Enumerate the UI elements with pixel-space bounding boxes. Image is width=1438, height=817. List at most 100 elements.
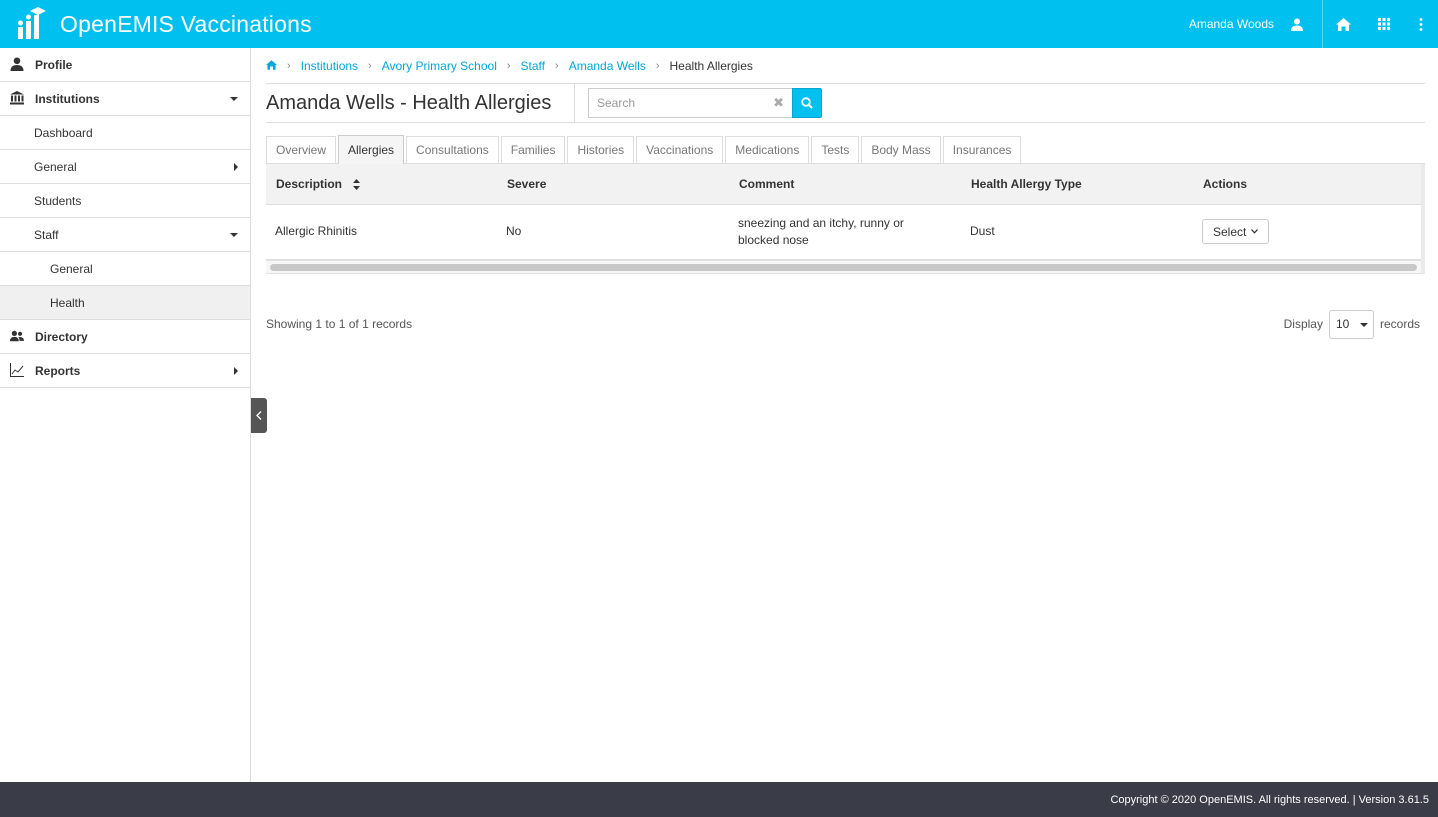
- select-button-label: Select: [1213, 224, 1247, 239]
- sidebar: Profile Institutions Dashboard General S…: [0, 48, 251, 782]
- tab-families[interactable]: Families: [500, 136, 566, 163]
- sidebar-item-label: General: [34, 159, 77, 174]
- sidebar-item-dashboard[interactable]: Dashboard: [0, 116, 250, 150]
- comment-text: sneezing and an itchy, runny or blocked …: [738, 215, 904, 247]
- top-bar: OpenEMIS Vaccinations Amanda Woods: [0, 0, 1438, 48]
- search-button[interactable]: [792, 88, 822, 118]
- sidebar-item-label: Profile: [35, 57, 73, 72]
- scrollbar-thumb[interactable]: [270, 263, 1417, 271]
- tab-overview[interactable]: Overview: [266, 136, 337, 163]
- column-header-actions: Actions: [1193, 164, 1421, 205]
- breadcrumb: › Institutions › Avory Primary School › …: [266, 48, 1425, 84]
- column-header-description[interactable]: Description: [266, 164, 497, 205]
- display-control: Display 10 records: [1283, 309, 1420, 339]
- breadcrumb-institutions[interactable]: Institutions: [301, 59, 358, 73]
- sidebar-item-staff-general[interactable]: General: [0, 252, 250, 286]
- table-row: Allergic Rhinitis No sneezing and an itc…: [266, 204, 1421, 260]
- sidebar-item-general[interactable]: General: [0, 150, 250, 184]
- sidebar-item-label: Health: [50, 295, 85, 310]
- caret-down-icon: [230, 97, 238, 101]
- display-label: Display: [1283, 317, 1323, 331]
- breadcrumb-person[interactable]: Amanda Wells: [569, 59, 646, 73]
- grid-icon[interactable]: [1364, 0, 1404, 48]
- caret-right-icon: [234, 367, 238, 375]
- sidebar-collapse-button[interactable]: [251, 398, 267, 433]
- search-box: ✖: [588, 88, 792, 118]
- search-icon: [801, 97, 813, 109]
- sidebar-item-staff[interactable]: Staff: [0, 218, 250, 252]
- pagination-row: Showing 1 to 1 of 1 records Display 10 r…: [266, 309, 1425, 339]
- breadcrumb-separator: ›: [287, 59, 291, 72]
- title-row: Amanda Wells - Health Allergies ✖: [266, 83, 1425, 123]
- breadcrumb-separator: ›: [506, 59, 511, 72]
- column-header-allergy-type: Health Allergy Type: [961, 164, 1193, 205]
- caret-right-icon: [234, 163, 238, 171]
- tab-histories[interactable]: Histories: [567, 136, 635, 163]
- tab-bar: Overview Allergies Consultations Familie…: [266, 135, 1425, 164]
- records-summary: Showing 1 to 1 of 1 records: [266, 317, 413, 331]
- tab-body-mass[interactable]: Body Mass: [861, 136, 941, 163]
- records-label: records: [1379, 317, 1420, 331]
- sidebar-item-institutions[interactable]: Institutions: [0, 82, 250, 116]
- sidebar-item-label: General: [50, 261, 93, 276]
- sidebar-item-health[interactable]: Health: [0, 286, 250, 320]
- clear-icon[interactable]: ✖: [773, 96, 784, 110]
- tab-vaccinations[interactable]: Vaccinations: [636, 136, 724, 163]
- copyright-text: Copyright © 2020 OpenEMIS. All rights re…: [1110, 793, 1429, 806]
- sidebar-item-label: Directory: [35, 329, 88, 344]
- sidebar-item-label: Students: [34, 193, 82, 208]
- sidebar-item-profile[interactable]: Profile: [0, 48, 250, 82]
- sidebar-item-label: Staff: [34, 227, 59, 242]
- sort-icon[interactable]: [353, 179, 361, 191]
- chevron-down-icon: [1251, 229, 1259, 234]
- search-input[interactable]: [589, 90, 769, 116]
- breadcrumb-school[interactable]: Avory Primary School: [382, 59, 497, 73]
- sidebar-item-label: Institutions: [35, 91, 100, 106]
- home-icon[interactable]: [1322, 0, 1364, 48]
- table-container: Description Severe Comment Health Allerg…: [266, 164, 1425, 274]
- app-title: OpenEMIS Vaccinations: [60, 10, 312, 37]
- more-vertical-icon[interactable]: [1404, 0, 1438, 48]
- row-actions-select-button[interactable]: Select: [1202, 219, 1270, 244]
- page-footer: Copyright © 2020 OpenEMIS. All rights re…: [0, 782, 1438, 817]
- sidebar-item-reports[interactable]: Reports: [0, 354, 250, 388]
- breadcrumb-current: Health Allergies: [669, 58, 753, 73]
- tab-consultations[interactable]: Consultations: [406, 136, 499, 163]
- chart-icon: [10, 363, 24, 377]
- user-icon: [10, 57, 24, 71]
- header-actions: Amanda Woods: [1189, 0, 1438, 48]
- column-header-severe: Severe: [497, 164, 729, 205]
- sidebar-item-students[interactable]: Students: [0, 184, 250, 218]
- column-header-label: Description: [276, 176, 343, 191]
- tab-allergies[interactable]: Allergies: [338, 135, 405, 164]
- cell-actions: Select: [1193, 204, 1421, 260]
- allergies-table: Description Severe Comment Health Allerg…: [266, 164, 1421, 260]
- tab-insurances[interactable]: Insurances: [942, 136, 1022, 163]
- tab-medications[interactable]: Medications: [725, 136, 810, 163]
- chevron-left-icon: [256, 411, 262, 420]
- records-per-page-select[interactable]: 10: [1328, 309, 1374, 339]
- horizontal-scrollbar[interactable]: [266, 259, 1421, 274]
- column-header-comment: Comment: [729, 164, 961, 205]
- cell-severe: No: [497, 204, 729, 260]
- institution-icon: [10, 91, 24, 105]
- breadcrumb-separator: ›: [655, 59, 660, 72]
- sidebar-item-label: Reports: [35, 363, 81, 378]
- sidebar-item-directory[interactable]: Directory: [0, 320, 250, 354]
- user-icon[interactable]: [1284, 0, 1310, 48]
- user-name[interactable]: Amanda Woods: [1189, 17, 1274, 31]
- cell-description: Allergic Rhinitis: [266, 204, 497, 260]
- breadcrumb-separator: ›: [368, 59, 372, 72]
- users-icon: [10, 330, 24, 342]
- openemis-logo-icon: [18, 7, 46, 39]
- caret-down-icon: [1359, 322, 1368, 327]
- home-icon[interactable]: [266, 59, 277, 73]
- breadcrumb-separator: ›: [555, 59, 559, 72]
- cell-comment: sneezing and an itchy, runny or blocked …: [729, 204, 961, 260]
- tab-tests[interactable]: Tests: [811, 136, 860, 163]
- sidebar-item-label: Dashboard: [34, 125, 93, 140]
- app-logo[interactable]: OpenEMIS Vaccinations: [0, 0, 312, 48]
- records-per-page-value: 10: [1335, 317, 1350, 331]
- caret-down-icon: [230, 233, 238, 237]
- breadcrumb-staff[interactable]: Staff: [521, 59, 545, 73]
